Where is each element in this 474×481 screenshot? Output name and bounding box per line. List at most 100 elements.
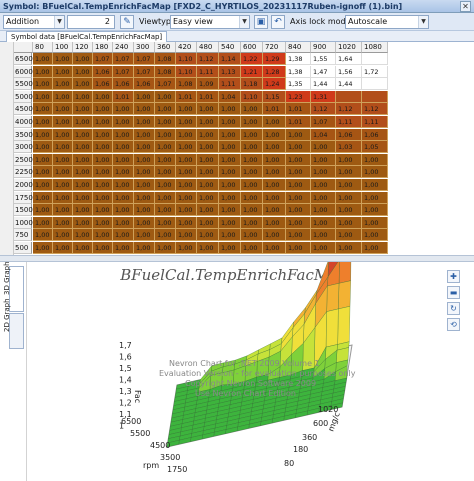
- table-cell[interactable]: 1,00: [176, 141, 197, 154]
- table-cell[interactable]: 1,00: [134, 166, 155, 179]
- zoom-out-icon[interactable]: ▬: [447, 286, 460, 299]
- table-cell[interactable]: 1,00: [134, 90, 155, 103]
- table-cell[interactable]: 1,00: [155, 90, 176, 103]
- table-cell[interactable]: 1,00: [33, 204, 53, 217]
- graph-3d-panel[interactable]: BFuelCal.TempEnrichFacMap 1,7 1,6 1,5 1,4 1,…: [26, 262, 440, 481]
- table-cell[interactable]: 1,00: [286, 216, 311, 229]
- table-cell[interactable]: 1,09: [197, 78, 219, 91]
- table-cell[interactable]: 1,00: [311, 166, 336, 179]
- mode-select[interactable]: Addition ▼: [3, 15, 65, 29]
- table-cell[interactable]: 1,12: [197, 53, 219, 65]
- table-cell[interactable]: 1,00: [311, 191, 336, 204]
- table-cell[interactable]: 1,00: [113, 216, 134, 229]
- row-header[interactable]: 3000: [14, 141, 33, 154]
- table-cell[interactable]: 1,00: [219, 179, 241, 191]
- row-header[interactable]: 2250: [14, 166, 33, 179]
- table-cell[interactable]: 1,00: [286, 204, 311, 217]
- table-cell[interactable]: 1,00: [263, 216, 286, 229]
- column-header[interactable]: 420: [176, 42, 197, 53]
- rotate-icon[interactable]: ↻: [447, 302, 460, 315]
- row-header[interactable]: 6000: [14, 65, 33, 78]
- table-cell[interactable]: 1,00: [219, 103, 241, 116]
- table-cell[interactable]: 1,00: [33, 216, 53, 229]
- table-cell[interactable]: 1,44: [336, 78, 362, 91]
- table-cell[interactable]: 1,07: [113, 65, 134, 78]
- table-cell[interactable]: 1,00: [134, 128, 155, 141]
- row-header[interactable]: 1000: [14, 216, 33, 229]
- column-header[interactable]: 720: [263, 42, 286, 53]
- table-cell[interactable]: 1,00: [73, 204, 93, 217]
- table-cell[interactable]: 1,00: [134, 179, 155, 191]
- table-cell[interactable]: 1,00: [134, 103, 155, 116]
- table-cell[interactable]: 1,00: [155, 116, 176, 128]
- table-cell[interactable]: 1,00: [197, 204, 219, 217]
- table-cell[interactable]: 1,00: [311, 141, 336, 154]
- table-cell[interactable]: 1,00: [286, 242, 311, 254]
- table-cell[interactable]: 1,00: [113, 179, 134, 191]
- table-cell[interactable]: 1,00: [336, 229, 362, 242]
- row-header[interactable]: 500: [14, 242, 32, 254]
- table-cell[interactable]: 1,07: [134, 53, 155, 65]
- column-header[interactable]: 480: [197, 42, 219, 53]
- table-cell[interactable]: 1,44: [311, 78, 336, 91]
- table-cell[interactable]: 1,00: [33, 153, 53, 166]
- table-cell[interactable]: 1,00: [155, 141, 176, 154]
- wrench-icon[interactable]: ✎: [120, 15, 134, 29]
- column-header[interactable]: 840: [286, 42, 311, 53]
- table-cell[interactable]: 1,00: [176, 229, 197, 242]
- chevron-down-icon[interactable]: ▼: [54, 16, 64, 28]
- table-cell[interactable]: 1,00: [53, 166, 73, 179]
- table-cell[interactable]: 1,00: [53, 153, 73, 166]
- table-cell[interactable]: 1,00: [113, 103, 134, 116]
- table-cell[interactable]: 1,00: [219, 204, 241, 217]
- table-cell[interactable]: 1,06: [362, 128, 388, 141]
- table-cell[interactable]: 1,00: [176, 153, 197, 166]
- table-cell[interactable]: 1,00: [197, 116, 219, 128]
- table-cell[interactable]: 1,00: [286, 128, 311, 141]
- table-cell[interactable]: 1,00: [113, 191, 134, 204]
- table-cell[interactable]: [336, 90, 362, 103]
- table-cell[interactable]: 1,00: [286, 153, 311, 166]
- table-cell[interactable]: 1,00: [241, 141, 263, 154]
- table-cell[interactable]: 1,00: [155, 153, 176, 166]
- table-cell[interactable]: 1,00: [73, 229, 93, 242]
- table-cell[interactable]: [362, 90, 388, 103]
- table-cell[interactable]: 1,00: [311, 242, 336, 254]
- table-cell[interactable]: 1,00: [53, 204, 73, 217]
- table-cell[interactable]: 1,00: [336, 179, 362, 191]
- table-cell[interactable]: 1,00: [93, 103, 113, 116]
- table-cell[interactable]: 1,04: [219, 90, 241, 103]
- table-cell[interactable]: 1,00: [176, 166, 197, 179]
- table-cell[interactable]: 1,00: [93, 229, 113, 242]
- table-cell[interactable]: 1,00: [197, 153, 219, 166]
- table-cell[interactable]: 1,00: [93, 116, 113, 128]
- table-cell[interactable]: 1,00: [113, 229, 134, 242]
- table-cell[interactable]: 1,00: [286, 141, 311, 154]
- table-cell[interactable]: 1,00: [176, 216, 197, 229]
- table-cell[interactable]: 1,00: [93, 166, 113, 179]
- table-cell[interactable]: 1,00: [311, 204, 336, 217]
- table-cell[interactable]: 1,00: [93, 216, 113, 229]
- table-cell[interactable]: 1,00: [176, 103, 197, 116]
- table-cell[interactable]: 1,10: [176, 65, 197, 78]
- table-cell[interactable]: 1,06: [336, 128, 362, 141]
- table-cell[interactable]: 1,10: [176, 53, 197, 65]
- table-cell[interactable]: 1,72: [362, 65, 388, 78]
- table-cell[interactable]: 1,00: [263, 191, 286, 204]
- table-cell[interactable]: 1,08: [176, 78, 197, 91]
- table-cell[interactable]: 1,00: [113, 166, 134, 179]
- column-header[interactable]: 900: [311, 42, 336, 53]
- table-cell[interactable]: 1,28: [263, 65, 286, 78]
- table-cell[interactable]: 1,00: [286, 229, 311, 242]
- table-cell[interactable]: 1,00: [241, 103, 263, 116]
- chevron-down-icon[interactable]: ▼: [239, 16, 249, 28]
- table-cell[interactable]: 1,00: [263, 166, 286, 179]
- column-header[interactable]: 240: [113, 42, 134, 53]
- table-cell[interactable]: 1,00: [219, 128, 241, 141]
- table-cell[interactable]: 1,00: [362, 166, 388, 179]
- table-cell[interactable]: 1,00: [134, 141, 155, 154]
- table-cell[interactable]: 1,00: [362, 191, 388, 204]
- table-cell[interactable]: 1,01: [197, 90, 219, 103]
- table-cell[interactable]: 1,56: [336, 65, 362, 78]
- table-cell[interactable]: 1,00: [336, 204, 362, 217]
